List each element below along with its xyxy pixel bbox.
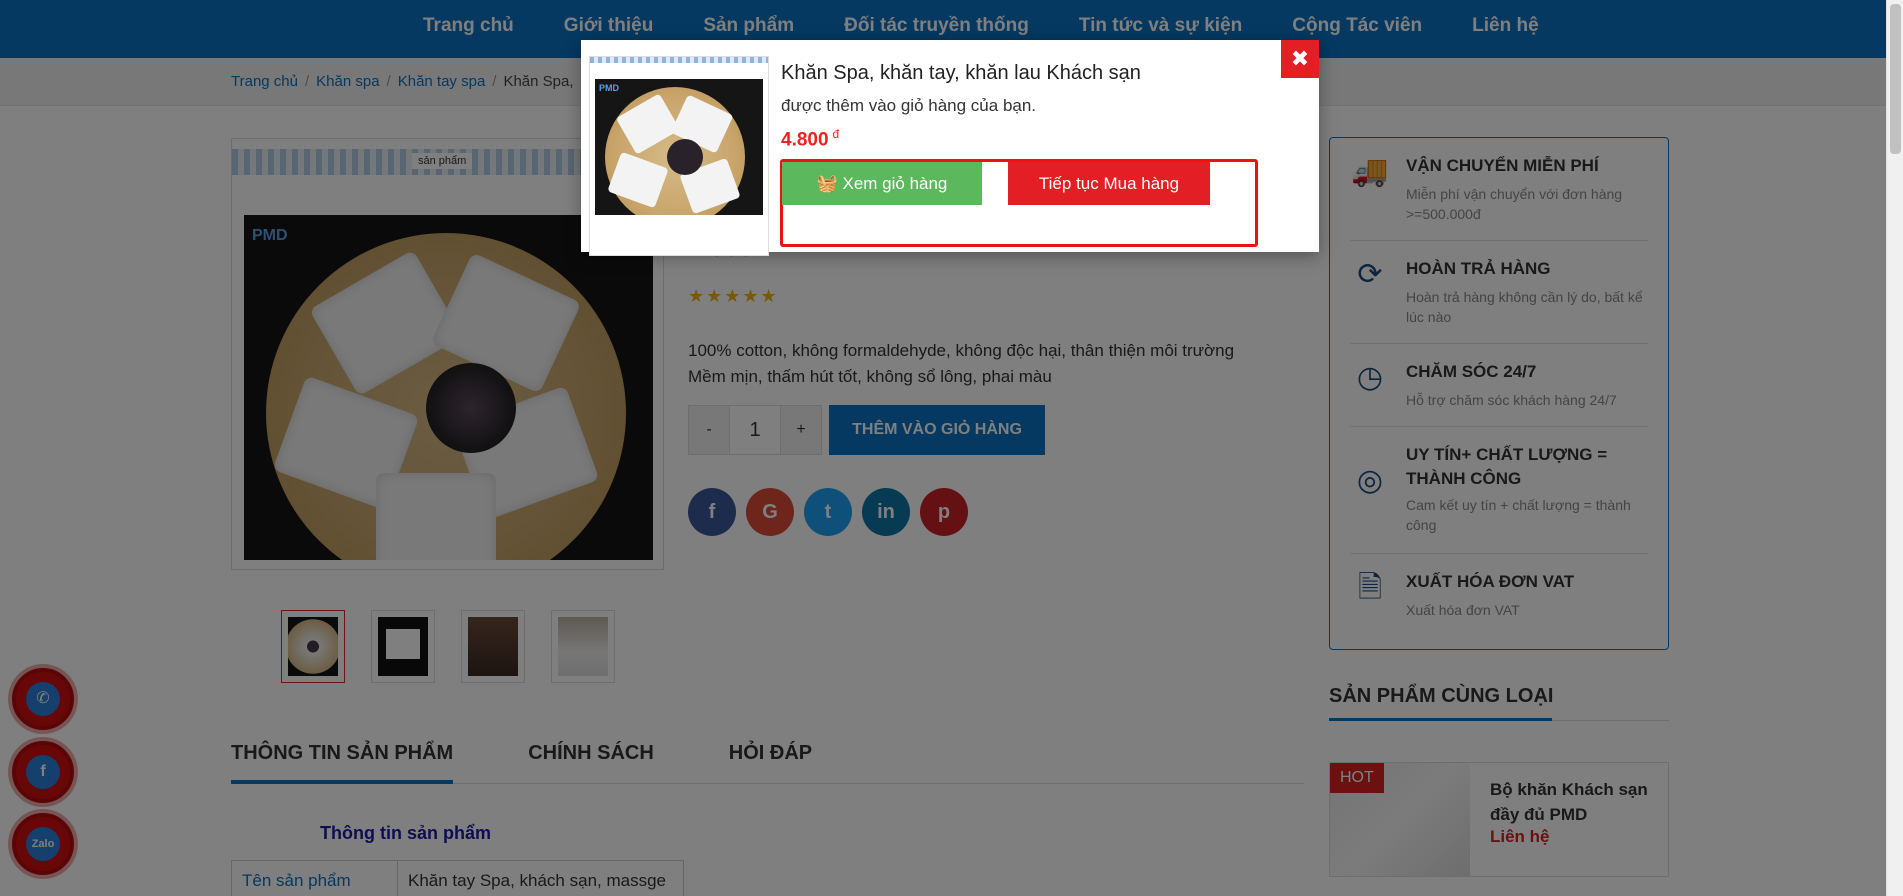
- plate-shape: [605, 87, 745, 215]
- modal-message: được thêm vào giỏ hàng của bạn.: [781, 96, 1037, 115]
- towel-shape: [607, 151, 669, 209]
- close-icon[interactable]: ✖: [1281, 40, 1319, 78]
- modal-price: 4.800 đ: [781, 127, 839, 151]
- view-cart-button[interactable]: 🧺 Xem giỏ hàng: [782, 162, 982, 205]
- image-banner-strip: [590, 57, 768, 63]
- flower-bowl: [667, 139, 703, 175]
- pmd-logo: PMD: [599, 83, 619, 93]
- modal-product-title: Khăn Spa, khăn tay, khăn lau Khách sạn: [781, 62, 1141, 84]
- modal-product-image: PMD: [589, 56, 769, 256]
- currency-symbol: đ: [832, 127, 840, 141]
- added-to-cart-modal: PMD Khăn Spa, khăn tay, khăn lau Khách s…: [581, 40, 1319, 256]
- modal-price-value: 4.800: [781, 129, 829, 151]
- modal-product-photo: PMD: [595, 79, 763, 215]
- scrollbar-thumb[interactable]: [1890, 4, 1901, 154]
- continue-shopping-button[interactable]: Tiếp tục Mua hàng: [1008, 162, 1210, 205]
- page-scrollbar[interactable]: [1886, 0, 1903, 896]
